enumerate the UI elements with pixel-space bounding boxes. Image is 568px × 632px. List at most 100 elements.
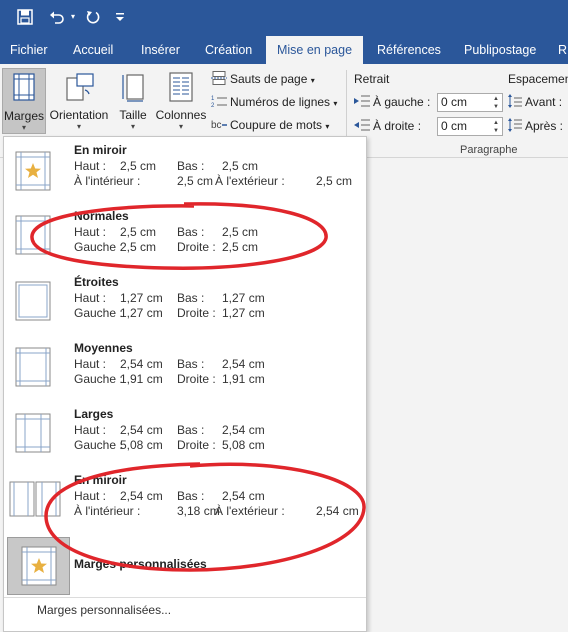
normal-margins-icon — [15, 215, 51, 255]
value: 1,27 cm — [222, 291, 265, 305]
tab-creation[interactable]: Création — [205, 36, 252, 64]
indent-right-icon — [354, 119, 370, 131]
label: Haut : — [74, 423, 107, 437]
orientation-button[interactable]: Orientation ▾ — [48, 68, 110, 134]
margin-preset-larges[interactable]: Larges Haut : 2,54 cm Bas : 2,54 cm Gauc… — [4, 401, 366, 467]
svg-text:2: 2 — [211, 103, 215, 108]
value: 2,54 cm — [222, 423, 265, 437]
value: 2,5 cm — [222, 240, 259, 254]
value: 1,91 cm — [120, 372, 163, 386]
label: Haut : — [74, 489, 107, 503]
spacing-before-icon — [508, 94, 522, 108]
menu-divider — [4, 597, 366, 598]
columns-icon — [169, 72, 193, 102]
taille-label: Taille — [119, 108, 147, 122]
chevron-down-icon: ▾ — [76, 122, 81, 131]
value: 1,27 cm — [222, 306, 265, 320]
margin-preset-en-miroir-2[interactable]: En miroir Haut : 2,54 cm Bas : 2,54 cm À… — [4, 467, 366, 533]
save-icon[interactable] — [14, 6, 36, 28]
colonnes-button[interactable]: Colonnes ▾ — [155, 68, 207, 134]
label: Gauche : — [74, 240, 123, 254]
undo-icon[interactable] — [46, 6, 68, 28]
tab-truncated[interactable]: R — [558, 36, 567, 64]
narrow-margins-icon — [15, 281, 51, 321]
mirror-margins-icon — [15, 151, 51, 191]
sauts-de-page-button[interactable]: Sauts de page ▾ — [211, 69, 315, 89]
label: Haut : — [74, 357, 107, 371]
tab-mise-en-page[interactable]: Mise en page — [266, 36, 363, 64]
orientation-label: Orientation — [49, 108, 109, 122]
custom-margins-link[interactable]: Marges personnalisées... — [37, 603, 171, 617]
chevron-down-icon: ▾ — [130, 122, 135, 131]
custom-margins-thumbnail[interactable] — [7, 537, 70, 595]
value: 2,54 cm — [120, 489, 163, 503]
coupure-mots-button[interactable]: bc Coupure de mots ▾ — [211, 115, 329, 135]
tab-references[interactable]: Références — [377, 36, 441, 64]
numeros-lignes-label: Numéros de lignes — [230, 95, 331, 109]
espacement-apres-label: Après : — [508, 116, 563, 136]
value: 2,5 cm — [120, 240, 157, 254]
margin-preset-moyennes[interactable]: Moyennes Haut : 2,54 cm Bas : 2,54 cm Ga… — [4, 335, 366, 401]
label: Bas : — [177, 357, 205, 371]
value: 5,08 cm — [222, 438, 265, 452]
label: Haut : — [74, 291, 107, 305]
label: Droite : — [177, 306, 216, 320]
coupure-mots-label: Coupure de mots — [230, 118, 323, 132]
tab-publipostage[interactable]: Publipostage — [464, 36, 536, 64]
label: À l'extérieur : — [215, 174, 285, 188]
label: Droite : — [177, 438, 216, 452]
spacing-after-icon — [508, 118, 522, 132]
preset-name: Normales — [74, 209, 129, 223]
retrait-droite-input[interactable]: 0 cm ▲ ▼ — [437, 117, 503, 136]
value: 2,5 cm — [177, 174, 214, 188]
tab-accueil[interactable]: Accueil — [73, 36, 113, 64]
numeros-lignes-button[interactable]: 1 2 Numéros de lignes ▾ — [211, 92, 337, 112]
margin-preset-normales[interactable]: Normales Haut : 2,5 cm Bas : 2,5 cm Gauc… — [4, 203, 366, 269]
label: Haut : — [74, 225, 107, 239]
hyphenation-icon: bc — [211, 120, 227, 131]
preset-name: Larges — [74, 407, 114, 421]
label: Bas : — [177, 159, 205, 173]
svg-text:1: 1 — [211, 96, 215, 102]
page-break-icon — [211, 71, 227, 85]
undo-dropdown-icon[interactable]: ▾ — [68, 6, 78, 28]
marges-button[interactable]: Marges ▾ — [2, 68, 46, 134]
label: Bas : — [177, 291, 205, 305]
wide-margins-icon — [15, 413, 51, 453]
customize-qat-icon[interactable] — [112, 6, 128, 28]
marges-dropdown-menu: En miroir Haut : 2,5 cm Bas : 2,5 cm À l… — [3, 136, 367, 632]
size-icon — [122, 74, 144, 102]
taille-button[interactable]: Taille ▾ — [114, 68, 152, 134]
label: À l'extérieur : — [215, 504, 285, 518]
value: 2,54 cm — [316, 504, 359, 518]
tab-fichier[interactable]: Fichier — [10, 36, 48, 64]
mirror-pages-icon — [9, 481, 61, 517]
margin-preset-en-miroir[interactable]: En miroir Haut : 2,5 cm Bas : 2,5 cm À l… — [4, 137, 366, 203]
espacement-avant-label: Avant : — [508, 92, 562, 112]
preset-name: En miroir — [74, 473, 127, 487]
value: 2,54 cm — [222, 357, 265, 371]
label: Bas : — [177, 489, 205, 503]
espacement-apres-text: Après : — [525, 119, 564, 133]
spinner-arrows-icon[interactable]: ▲ ▼ — [491, 119, 501, 135]
preset-name: En miroir — [74, 143, 127, 157]
label: Droite : — [177, 240, 216, 254]
chevron-down-icon: ▾ — [325, 122, 330, 131]
label: Bas : — [177, 423, 205, 437]
retrait-gauche-label: À gauche : — [354, 92, 430, 112]
moderate-margins-icon — [15, 347, 51, 387]
chevron-down-icon: ▾ — [333, 99, 338, 108]
value: 2,5 cm — [222, 225, 259, 239]
retrait-title: Retrait — [354, 72, 390, 86]
label: Gauche : — [74, 306, 123, 320]
redo-icon[interactable] — [82, 6, 104, 28]
value: 2,5 cm — [316, 174, 353, 188]
tab-inserer[interactable]: Insérer — [141, 36, 180, 64]
custom-margins-name[interactable]: Marges personnalisées — [74, 557, 207, 571]
margin-preset-etroites[interactable]: Étroites Haut : 1,27 cm Bas : 1,27 cm Ga… — [4, 269, 366, 335]
value: 2,5 cm — [120, 159, 157, 173]
retrait-gauche-input[interactable]: 0 cm ▲ ▼ — [437, 93, 503, 112]
spinner-arrows-icon[interactable]: ▲ ▼ — [491, 95, 501, 111]
value: 1,27 cm — [120, 291, 163, 305]
value: 2,5 cm — [222, 159, 259, 173]
